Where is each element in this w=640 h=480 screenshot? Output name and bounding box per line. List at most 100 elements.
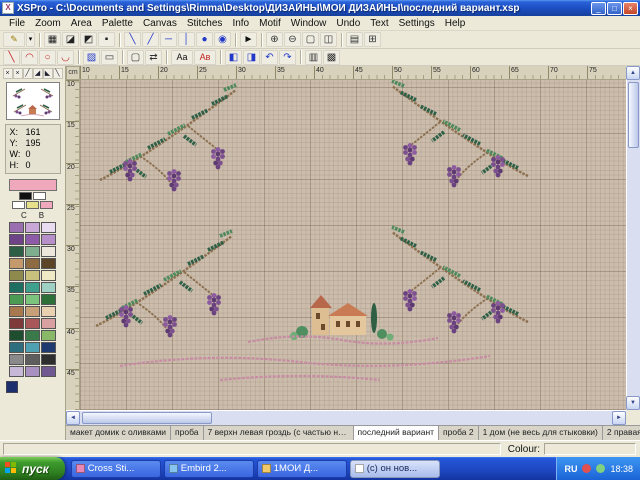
design-tab[interactable]: 1 дом (не весь для стыковки) (479, 426, 603, 440)
rotate-left-icon[interactable]: ↶ (261, 50, 278, 65)
palette-swatch[interactable] (12, 201, 25, 209)
quarter-stitch-icon[interactable]: ◩ (80, 32, 97, 47)
move-selection-icon[interactable]: ⇄ (145, 50, 162, 65)
mini-backstitch-icon[interactable]: ╲ (53, 68, 63, 79)
mini-quarter-stitch-icon[interactable]: ◢ (33, 68, 43, 79)
palette-swatch[interactable] (9, 270, 24, 281)
mini-half-stitch-icon[interactable]: ╱ (23, 68, 33, 79)
text-cyrillic-icon[interactable]: Aв (194, 50, 216, 65)
palette-swatch[interactable] (9, 318, 24, 329)
menu-item[interactable]: Area (66, 18, 97, 29)
menu-item[interactable]: Info (227, 18, 254, 29)
design-tab[interactable]: проба 2 (439, 426, 479, 440)
palette-swatch[interactable] (9, 246, 24, 257)
menu-item[interactable]: Window (286, 18, 332, 29)
palette-swatch[interactable] (9, 282, 24, 293)
draw-line-icon[interactable]: ╲ (3, 50, 20, 65)
palette-swatch[interactable] (41, 330, 56, 341)
mini-double-stitch-icon[interactable]: × (13, 68, 23, 79)
half-stitch-icon[interactable]: ◪ (62, 32, 79, 47)
grid-toggle-icon[interactable]: ▤ (346, 32, 363, 47)
taskbar-button[interactable]: Embird 2... (164, 460, 254, 478)
language-indicator[interactable]: RU (564, 464, 577, 474)
draw-curve-icon[interactable]: ◠ (21, 50, 38, 65)
zoom-in-icon[interactable]: ⊕ (266, 32, 283, 47)
palette-swatch[interactable] (9, 354, 24, 365)
palette-swatch[interactable] (25, 234, 40, 245)
select-tool-icon[interactable]: ► (240, 32, 257, 47)
design-tab[interactable]: макет домик с оливками (66, 426, 171, 440)
french-knot-icon[interactable]: ● (196, 32, 213, 47)
palette-swatch[interactable] (41, 246, 56, 257)
palette-swatch[interactable] (9, 234, 24, 245)
tray-icon[interactable] (582, 464, 591, 473)
bead-icon[interactable]: ◉ (214, 32, 231, 47)
palette-swatch[interactable] (41, 294, 56, 305)
rotate-right-icon[interactable]: ↷ (279, 50, 296, 65)
palette-swatch[interactable] (25, 342, 40, 353)
scroll-left-button[interactable]: ◄ (66, 411, 80, 425)
menu-item[interactable]: File (4, 18, 30, 29)
palette-swatch[interactable] (25, 282, 40, 293)
palette-edit-icon[interactable]: ▩ (323, 50, 340, 65)
design-tab[interactable]: 2 правая ниж гр (603, 426, 640, 440)
palette-swatch[interactable] (25, 222, 40, 233)
design-canvas[interactable] (80, 80, 626, 410)
vertical-scrollbar[interactable]: ▲ ▼ (626, 66, 640, 410)
palette-swatch[interactable] (25, 258, 40, 269)
palette-swatch[interactable] (25, 330, 40, 341)
palette-swatch[interactable] (41, 306, 56, 317)
horizontal-scrollbar[interactable]: ◄ ► (66, 410, 626, 425)
flip-horizontal-icon[interactable]: ◧ (225, 50, 242, 65)
design-tab[interactable]: 7 верхн левая гроздь (с частью ниж ветки… (204, 426, 354, 440)
palette-swatch[interactable] (41, 234, 56, 245)
menu-item[interactable]: Motif (254, 18, 286, 29)
close-button[interactable]: × (623, 2, 638, 15)
zoom-actual-icon[interactable]: ◫ (320, 32, 337, 47)
palette-swatch[interactable] (41, 270, 56, 281)
palette-swatch[interactable] (9, 258, 24, 269)
flip-vertical-icon[interactable]: ◨ (243, 50, 260, 65)
palette-swatch[interactable] (9, 294, 24, 305)
mini-full-stitch-icon[interactable]: × (3, 68, 13, 79)
palette-swatch[interactable] (25, 366, 40, 377)
zoom-out-icon[interactable]: ⊖ (284, 32, 301, 47)
palette-swatch[interactable] (41, 282, 56, 293)
start-button[interactable]: пуск (0, 457, 65, 480)
scroll-right-button[interactable]: ► (612, 411, 626, 425)
current-color-swatch[interactable] (9, 179, 57, 191)
menu-item[interactable]: Stitches (182, 18, 228, 29)
palette-swatch[interactable] (26, 201, 39, 209)
pencil-tool-icon[interactable]: ✎ (3, 32, 25, 47)
palette-swatch[interactable] (25, 306, 40, 317)
tool-dropdown-icon[interactable]: ▾ (26, 32, 35, 47)
palette-swatch[interactable] (9, 330, 24, 341)
palette-swatch[interactable] (41, 342, 56, 353)
palette-swatch[interactable] (41, 318, 56, 329)
menu-item[interactable]: Help (440, 18, 471, 29)
maximize-button[interactable]: □ (607, 2, 622, 15)
menu-item[interactable]: Zoom (30, 18, 66, 29)
menu-item[interactable]: Palette (97, 18, 138, 29)
minimize-button[interactable]: _ (591, 2, 606, 15)
taskbar-button[interactable]: 1МОИ Д... (257, 460, 347, 478)
palette-footer-swatch[interactable] (6, 381, 18, 393)
palette-swatch[interactable] (41, 366, 56, 377)
backstitch-up-icon[interactable]: ╱ (142, 32, 159, 47)
palette-swatch[interactable] (9, 306, 24, 317)
backstitch-horizontal-icon[interactable]: ─ (160, 32, 177, 47)
petite-stitch-icon[interactable]: ▪ (98, 32, 115, 47)
design-preview[interactable] (6, 82, 60, 120)
palette-swatch[interactable] (41, 354, 56, 365)
draw-circle-icon[interactable]: ○ (39, 50, 56, 65)
palette-swatch[interactable] (41, 222, 56, 233)
palette-swatch[interactable] (25, 318, 40, 329)
mini-three-quarter-icon[interactable]: ◣ (43, 68, 53, 79)
palette-swatch[interactable] (9, 342, 24, 353)
design-tab[interactable]: последний вариант (354, 425, 440, 440)
palette-swatch[interactable] (9, 366, 24, 377)
backstitch-vertical-icon[interactable]: │ (178, 32, 195, 47)
motif-library-icon[interactable]: ▥ (305, 50, 322, 65)
palette-swatch[interactable] (41, 258, 56, 269)
palette-swatch[interactable] (33, 192, 46, 200)
